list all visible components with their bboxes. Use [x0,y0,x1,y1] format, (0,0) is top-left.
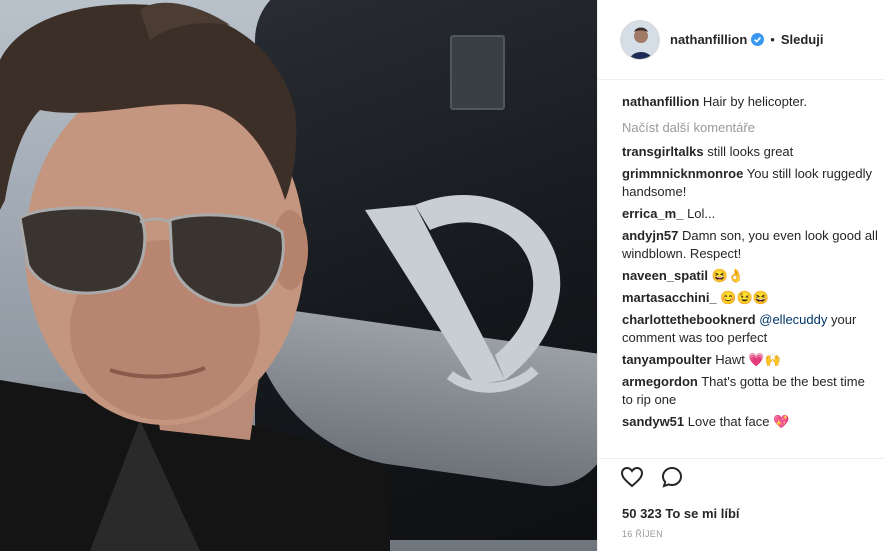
comment-text: 😆👌 [711,268,744,283]
list-item: sandyw51 Love that face 💖 [622,413,879,431]
comment-username[interactable]: armegordon [622,374,698,389]
follow-button[interactable]: Sleduji [781,32,824,47]
comment-username[interactable]: martasacchini_ [622,290,717,305]
comment-text: Lol... [687,206,716,221]
verified-badge-icon [751,33,765,46]
caption: nathanfillion Hair by helicopter. [622,93,879,111]
avatar[interactable] [620,19,660,60]
comment-username[interactable]: transgirltalks [622,144,704,159]
list-item: andyjn57 Damn son, you even look good al… [622,227,879,263]
comment-username[interactable]: sandyw51 [622,414,684,429]
like-count[interactable]: 50 323 To se mi líbí [598,498,885,521]
comment-username[interactable]: grimmnicknmonroe [622,166,743,181]
post-side-panel: nathanfillion • Sleduji nathanfillion Ha… [597,0,885,551]
caption-username[interactable]: nathanfillion [622,94,699,109]
comment-username[interactable]: charlottethebooknerd [622,312,756,327]
avatar-image [621,20,659,59]
selfie-person [0,2,390,551]
comment-list: nathanfillion Hair by helicopter. Načíst… [598,80,885,458]
list-item: martasacchini_ 😊😉😆 [622,289,879,307]
list-item: grimmnicknmonroe You still look ruggedly… [622,165,879,201]
caption-text: Hair by helicopter. [702,94,807,109]
comment-username[interactable]: naveen_spatil [622,268,708,283]
list-item: transgirltalks still looks great [622,143,879,161]
comment-username[interactable]: andyjn57 [622,228,678,243]
comment-text: 😊😉😆 [720,290,769,305]
list-item: armegordon That's gotta be the best time… [622,373,879,409]
list-item: naveen_spatil 😆👌 [622,267,879,285]
comment-mention[interactable]: @ellecuddy [759,312,827,327]
header-username[interactable]: nathanfillion [670,32,747,47]
comment-text: Hawt 💗🙌 [715,352,781,367]
separator-dot: • [770,32,775,47]
list-item: tanyampoulter Hawt 💗🙌 [622,351,879,369]
comment-icon[interactable] [660,465,684,492]
comment-text: Love that face 💖 [687,414,790,429]
action-bar [598,458,885,498]
heart-icon[interactable] [620,465,644,492]
helicopter-window [450,35,505,110]
comment-text: still looks great [707,144,794,159]
list-item: errica_m_ Lol... [622,205,879,223]
list-item: charlottethebooknerd @ellecuddy your com… [622,311,879,347]
post-header: nathanfillion • Sleduji [598,0,885,80]
post-photo[interactable] [0,0,597,551]
post-date: 16 ŘÍJEN [622,529,663,539]
instagram-post: nathanfillion • Sleduji nathanfillion Ha… [0,0,885,551]
load-more-comments[interactable]: Načíst další komentáře [622,120,879,135]
comment-username[interactable]: errica_m_ [622,206,683,221]
comment-username[interactable]: tanyampoulter [622,352,712,367]
